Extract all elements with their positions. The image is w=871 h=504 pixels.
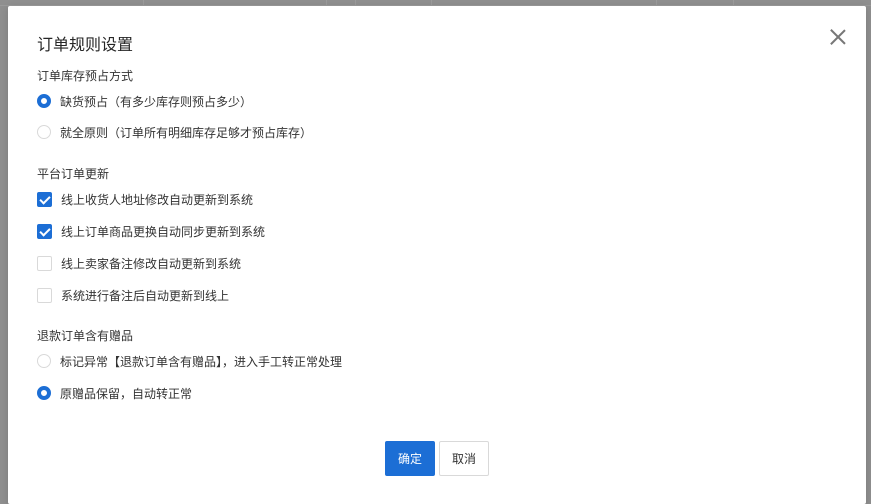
- option-label: 线上收货人地址修改自动更新到系统: [61, 192, 254, 207]
- close-icon[interactable]: [827, 26, 849, 48]
- checkbox-option-system-note[interactable]: 系统进行备注后自动更新到线上: [37, 286, 229, 304]
- option-label: 原赠品保留，自动转正常: [60, 386, 193, 401]
- option-label: 缺货预占（有多少库存则预占多少）: [60, 94, 253, 109]
- option-label: 线上订单商品更换自动同步更新到系统: [61, 224, 266, 239]
- radio-option-keep-gift[interactable]: 原赠品保留，自动转正常: [37, 384, 192, 402]
- radio-button[interactable]: [37, 125, 51, 139]
- ok-button[interactable]: 确定: [385, 441, 435, 476]
- section-label-refund-gift: 退款订单含有赠品: [37, 329, 134, 343]
- dialog-title: 订单规则设置: [37, 35, 134, 54]
- option-label: 系统进行备注后自动更新到线上: [61, 288, 230, 303]
- option-label: 线上卖家备注修改自动更新到系统: [61, 256, 242, 271]
- radio-option-full-reserve[interactable]: 就全原则（订单所有明细库存足够才预占库存）: [37, 123, 312, 141]
- radio-button-checked[interactable]: [37, 94, 51, 108]
- cancel-button[interactable]: 取消: [439, 441, 489, 476]
- section-label-inventory: 订单库存预占方式: [37, 69, 134, 83]
- radio-option-mark-exception[interactable]: 标记异常【退款订单含有赠品】，进入手工转正常处理: [37, 352, 342, 370]
- checkbox[interactable]: [37, 255, 52, 271]
- checkbox-option-product[interactable]: 线上订单商品更换自动同步更新到系统: [37, 222, 265, 240]
- checkbox-option-seller-note[interactable]: 线上卖家备注修改自动更新到系统: [37, 254, 241, 272]
- order-rules-dialog: 订单规则设置 订单库存预占方式 缺货预占（有多少库存则预占多少） 就全原则（订单…: [8, 6, 866, 504]
- checkbox[interactable]: [37, 287, 52, 303]
- option-label: 标记异常【退款订单含有赠品】，进入手工转正常处理: [60, 354, 343, 369]
- checkbox-option-address[interactable]: 线上收货人地址修改自动更新到系统: [37, 190, 253, 208]
- checkbox-checked[interactable]: [37, 191, 52, 207]
- radio-button-checked[interactable]: [37, 386, 51, 400]
- option-label: 就全原则（订单所有明细库存足够才预占库存）: [60, 125, 313, 140]
- checkbox-checked[interactable]: [37, 223, 52, 239]
- section-label-platform-update: 平台订单更新: [37, 167, 110, 181]
- radio-option-partial-reserve[interactable]: 缺货预占（有多少库存则预占多少）: [37, 92, 252, 110]
- radio-button[interactable]: [37, 354, 51, 368]
